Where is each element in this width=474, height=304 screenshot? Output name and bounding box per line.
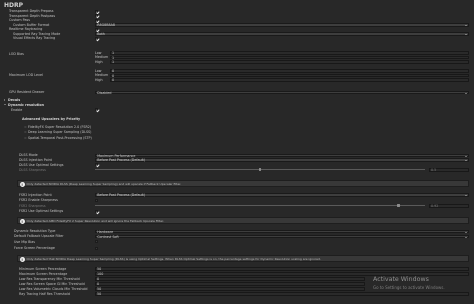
- dynamic-resolution-label: Dynamic resolution: [8, 102, 45, 107]
- ray-tracing-half-res-threshold-label: Ray Tracing Half Res Threshold: [19, 291, 70, 296]
- upscaler-item[interactable]: = Spatial-Temporal Post-Processing (STP): [0, 136, 474, 140]
- page-title: HDRP: [4, 2, 24, 9]
- enable-checkbox[interactable]: [95, 108, 98, 112]
- chevron-right-icon: [4, 98, 5, 101]
- max-lod-high-field[interactable]: 0: [110, 78, 469, 82]
- max-lod-high-label: High: [95, 77, 103, 82]
- dynamic-resolution-type-row: Dynamic Resolution Type Hardware: [0, 229, 474, 233]
- minimum-screen-percentage-field[interactable]: 50: [95, 267, 469, 271]
- dlss-use-optimal-settings-row: DLSS Use Optimal Settings: [0, 163, 474, 167]
- dlss-sharpness-slider[interactable]: 0.5: [95, 167, 469, 172]
- visual-effects-ray-tracing-checkbox[interactable]: [95, 36, 98, 40]
- minimum-screen-percentage-label: Minimum Screen Percentage: [19, 266, 67, 271]
- low-res-volumetric-clouds-min-threshold-label: Low Res Volumetric Clouds Min Threshold: [19, 286, 88, 291]
- dlss-sharpness-value[interactable]: 0.5: [429, 167, 469, 172]
- enable-label: Enable: [11, 107, 23, 112]
- max-lod-high-row: High 0: [0, 78, 474, 82]
- upscaler-label: Spatial-Temporal Post-Processing (STP): [28, 136, 92, 140]
- default-fallback-upscale-filter-dropdown[interactable]: Contrast Soft: [95, 234, 469, 238]
- fsr2-use-optimal-settings-row: FSR2 Use Optimal Settings: [0, 209, 474, 213]
- dynamic-resolution-type-dropdown[interactable]: Hardware: [95, 229, 469, 233]
- dlss-help-box: ! Only detected NVIDIA DLSS (Deep Learni…: [17, 179, 469, 187]
- dlss-sharpness-label: DLSS Sharpness: [19, 167, 46, 172]
- dlss-injection-point-dropdown[interactable]: Before Post Process (Default): [95, 158, 469, 162]
- drag-handle-icon[interactable]: =: [24, 130, 27, 134]
- lod-bias-high-label: High: [95, 59, 103, 64]
- fsr2-enable-sharpness-row: FSR2 Enable Sharpness: [0, 198, 474, 202]
- fsr2-sharpness-value[interactable]: 0.92: [429, 203, 469, 208]
- transparent-depth-prepass-checkbox[interactable]: [95, 9, 98, 13]
- slider-track: [95, 205, 425, 207]
- info-icon: !: [19, 218, 25, 224]
- dlss-injection-point-label: DLSS Injection Point: [19, 157, 52, 162]
- dlss-injection-point-row: DLSS Injection Point Before Post Process…: [0, 158, 474, 162]
- default-fallback-upscale-filter-label: Default Fallback Upscale Filter: [14, 234, 64, 238]
- upscaler-label: Deep Learning Super Sampling (DLSS): [28, 130, 92, 134]
- fsr2-enable-sharpness-label: FSR2 Enable Sharpness: [19, 198, 58, 202]
- dlss-sharpness-row: DLSS Sharpness 0.5: [0, 168, 474, 172]
- realtime-raytracing-checkbox[interactable]: [95, 27, 98, 31]
- low-res-screen-space-gi-min-threshold-field[interactable]: 0: [95, 282, 365, 286]
- fsr2-enable-sharpness-checkbox[interactable]: [95, 198, 98, 202]
- low-res-transparency-min-threshold-label: Low Res Transparency Min Threshold: [19, 276, 80, 281]
- upscaler-item[interactable]: = Deep Learning Super Sampling (DLSS): [0, 130, 474, 134]
- dynamic-resolution-enable-row: Enable: [0, 108, 474, 112]
- upscalers-header: Advanced Upscalers by Priority: [0, 117, 474, 121]
- use-mip-bias-checkbox[interactable]: [95, 240, 98, 244]
- visual-effects-ray-tracing-row: Visual Effects Ray Tracing: [0, 36, 474, 40]
- ray-tracing-half-res-threshold-field[interactable]: 50: [95, 292, 469, 296]
- fsr2-injection-point-row: FSR2 Injection Point Before Post Process…: [0, 193, 474, 197]
- slider-thumb[interactable]: [397, 204, 400, 208]
- activate-windows-subtitle: Go to Settings to activate Windows.: [373, 285, 445, 290]
- fsr2-use-optimal-settings-label: FSR2 Use Optimal Settings: [19, 209, 64, 213]
- low-res-volumetric-clouds-min-threshold-field[interactable]: 50: [95, 287, 365, 291]
- info-icon: !: [19, 181, 25, 187]
- dlss-use-optimal-settings-label: DLSS Use Optimal Settings: [19, 162, 64, 167]
- drag-handle-icon[interactable]: =: [24, 136, 27, 140]
- slider-thumb[interactable]: [258, 168, 262, 172]
- activate-windows-title: Activate Windows: [373, 276, 429, 283]
- chevron-down-icon: [4, 103, 6, 105]
- fsr2-sharpness-label: FSR2 Sharpness: [19, 203, 46, 208]
- fsr2-use-optimal-settings-checkbox[interactable]: [95, 209, 98, 213]
- low-res-screen-space-gi-min-threshold-label: Low Res Screen Space GI Min Threshold: [19, 281, 85, 286]
- gpu-resident-drawer-dropdown[interactable]: Disabled: [95, 90, 469, 94]
- dlss-help-text: Only detected NVIDIA DLSS (Deep Learning…: [26, 181, 182, 186]
- lod-bias-high-field[interactable]: 1: [110, 60, 469, 64]
- upscaler-item[interactable]: = FidelityFX Super Resolution 2.0 (FSR2): [0, 125, 474, 129]
- gpu-resident-drawer-label: GPU Resident Drawer: [9, 90, 45, 94]
- low-res-transparency-min-threshold-field[interactable]: 0: [95, 277, 365, 281]
- force-screen-percentage-checkbox[interactable]: [95, 246, 98, 250]
- screen-percentage-help-text: Only detected that NVIDIA Deep Learning …: [26, 256, 321, 261]
- screen-percentage-help-box: ! Only detected that NVIDIA Deep Learnin…: [17, 254, 469, 262]
- use-mip-bias-row: Use Mip Bias: [0, 240, 474, 244]
- dynamic-resolution-foldout[interactable]: Dynamic resolution: [0, 103, 474, 107]
- fsr2-help-box: ! Only detected AMD FidelityFX 2 Super R…: [17, 216, 469, 224]
- transparent-depth-postpass-checkbox[interactable]: [95, 14, 98, 18]
- fsr2-help-text: Only detected AMD FidelityFX 2 Super Res…: [26, 218, 164, 223]
- maximum-screen-percentage-label: Maximum Screen Percentage: [19, 271, 68, 276]
- fsr2-sharpness-row: FSR2 Sharpness 0.92: [0, 204, 474, 208]
- minimum-screen-percentage-row: Minimum Screen Percentage 50: [0, 267, 474, 271]
- gpu-resident-drawer-row: GPU Resident Drawer Disabled: [0, 90, 474, 94]
- force-screen-percentage-row: Force Screen Percentage: [0, 246, 474, 250]
- ray-tracing-half-res-threshold-row: Ray Tracing Half Res Threshold 50: [0, 292, 474, 296]
- custom-pass-checkbox[interactable]: [95, 18, 98, 22]
- info-icon: !: [19, 256, 25, 262]
- use-mip-bias-label: Use Mip Bias: [14, 239, 36, 244]
- upscalers-header-label: Advanced Upscalers by Priority: [22, 116, 81, 121]
- fsr2-sharpness-slider[interactable]: 0.92: [95, 203, 469, 208]
- fsr2-injection-point-label: FSR2 Injection Point: [19, 192, 52, 197]
- default-fallback-upscale-filter-row: Default Fallback Upscale Filter Contrast…: [0, 234, 474, 238]
- upscaler-label: FidelityFX Super Resolution 2.0 (FSR2): [28, 124, 92, 129]
- dlss-use-optimal-settings-checkbox[interactable]: [95, 163, 98, 167]
- visual-effects-ray-tracing-label: Visual Effects Ray Tracing: [13, 36, 56, 40]
- lod-bias-high-row: High 1: [0, 60, 474, 64]
- dynamic-resolution-type-label: Dynamic Resolution Type: [14, 229, 56, 233]
- drag-handle-icon[interactable]: =: [24, 125, 27, 129]
- fsr2-injection-point-dropdown[interactable]: Before Post Process (Default): [95, 193, 469, 197]
- force-screen-percentage-label: Force Screen Percentage: [14, 246, 55, 250]
